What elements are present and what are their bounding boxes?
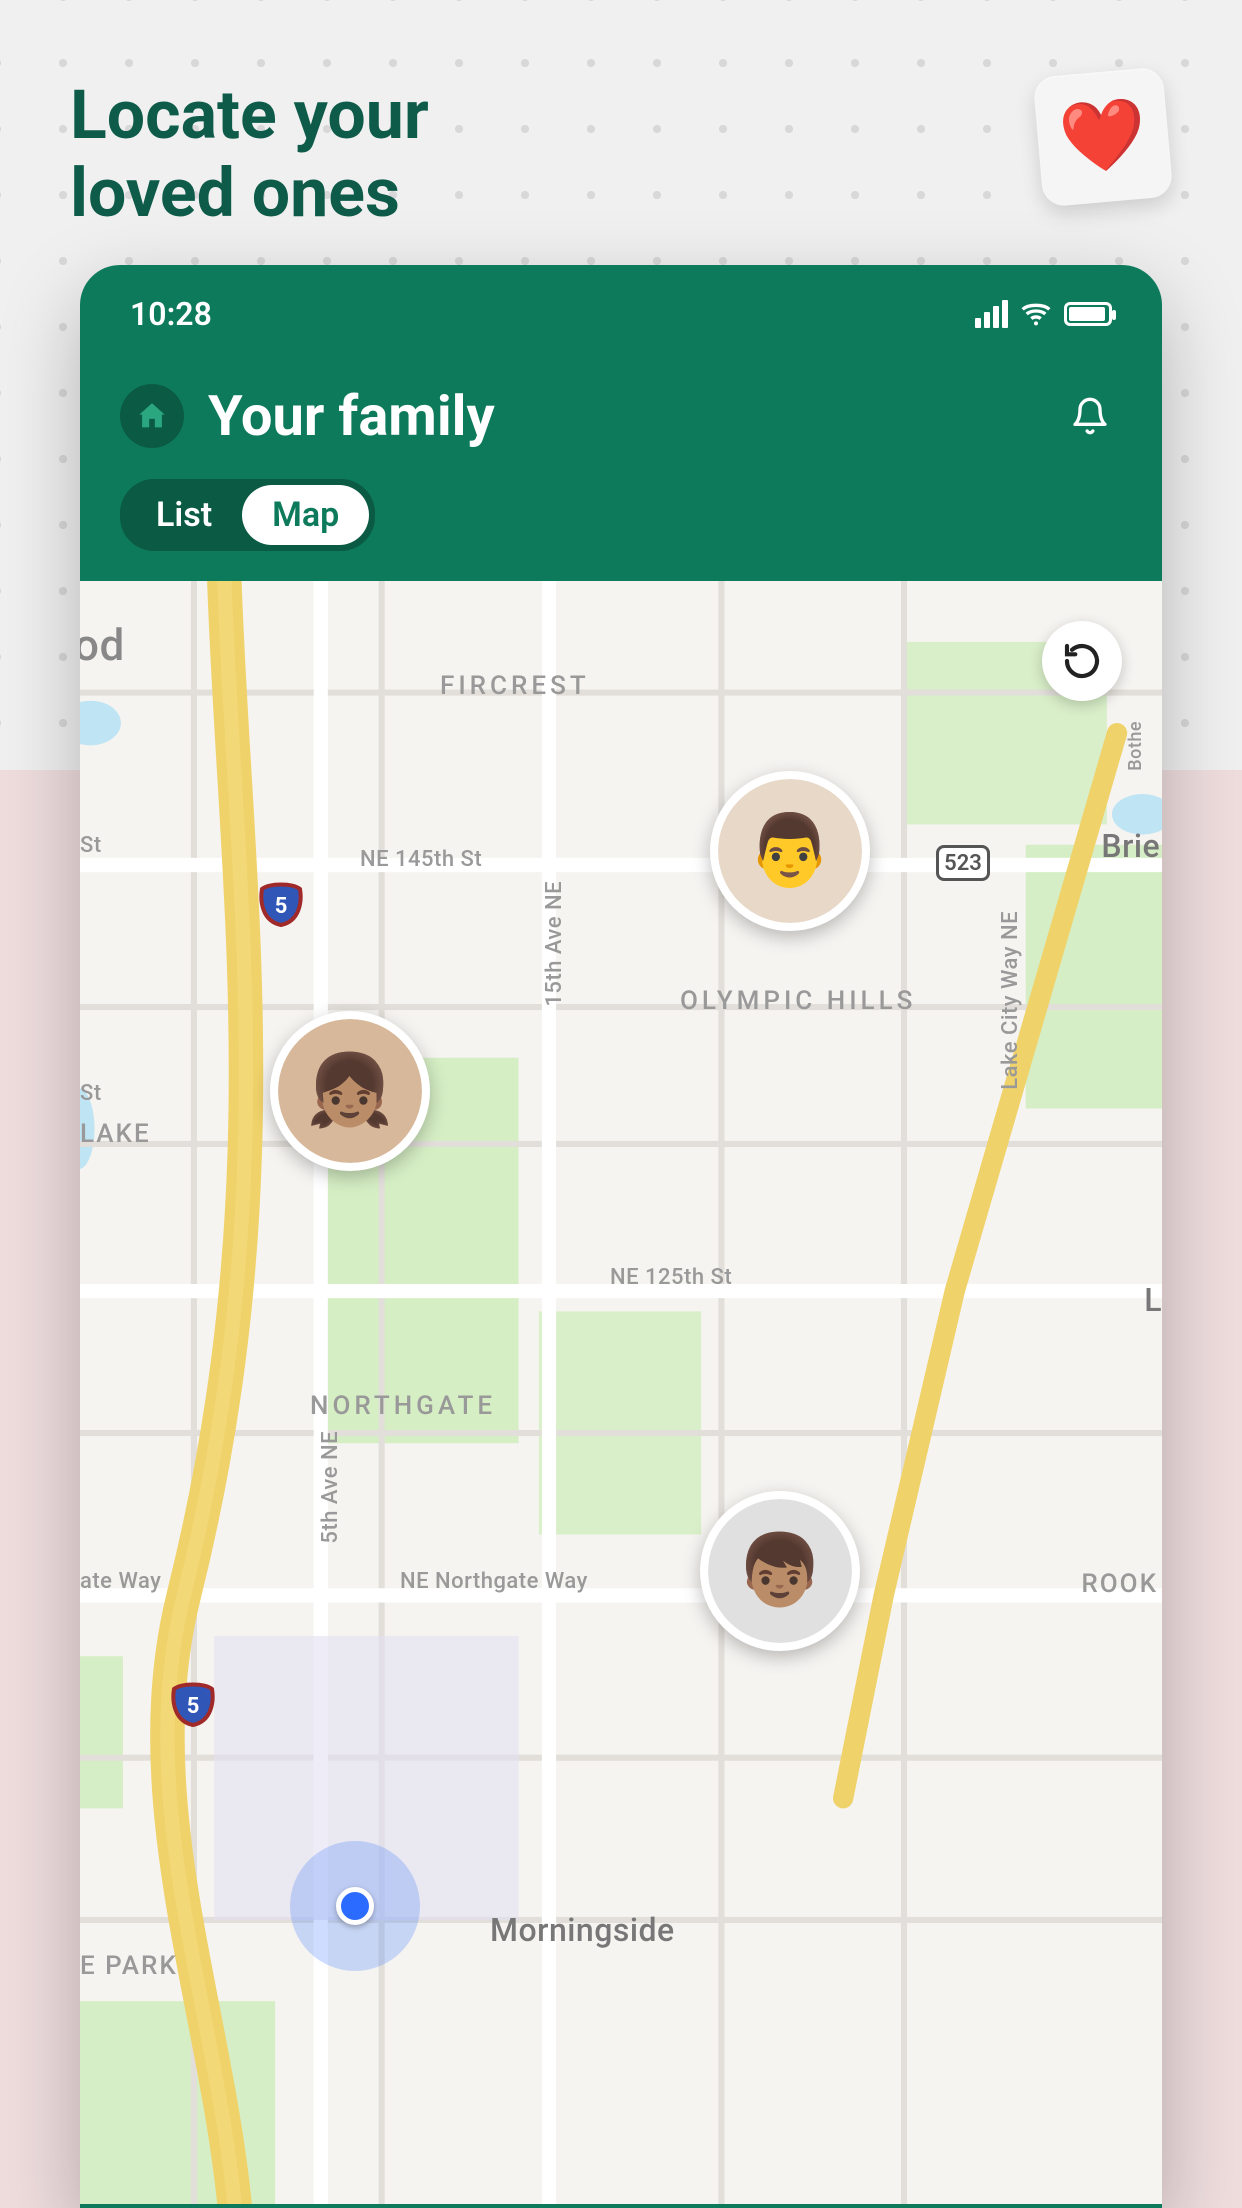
interstate-5-shield: 5 bbox=[258, 881, 304, 927]
view-toggle: List Map bbox=[120, 479, 375, 551]
map-label-brier: Brier bbox=[1101, 827, 1162, 865]
current-location[interactable] bbox=[290, 1841, 420, 1971]
status-time: 10:28 bbox=[130, 295, 212, 333]
phone-frame: 10:28 You bbox=[80, 265, 1162, 2208]
promo-heading-line2: loved ones bbox=[70, 154, 429, 232]
toggle-map[interactable]: Map bbox=[242, 485, 369, 545]
map-label-wood: od bbox=[80, 619, 125, 671]
map-label-fircrest: FIRCREST bbox=[440, 671, 590, 701]
map-label-morningside: Morningside bbox=[490, 1911, 675, 1949]
map-label-bothe: Bothe bbox=[1125, 721, 1146, 771]
toggle-list[interactable]: List bbox=[126, 485, 242, 545]
map-label-ne-northgate-way: NE Northgate Way bbox=[400, 1569, 588, 1594]
refresh-button[interactable] bbox=[1042, 621, 1122, 701]
avatar: 👨 bbox=[718, 779, 862, 923]
home-button[interactable] bbox=[120, 384, 184, 448]
status-right bbox=[975, 298, 1112, 330]
map-label-5th-ave: 5th Ave NE bbox=[318, 1431, 343, 1544]
notifications-button[interactable] bbox=[1068, 394, 1112, 438]
battery-icon bbox=[1064, 302, 1112, 326]
avatar: 👧🏽 bbox=[278, 1019, 422, 1163]
cellular-signal-icon bbox=[975, 300, 1008, 328]
family-member-pin-2[interactable]: 👧🏽 bbox=[270, 1011, 430, 1171]
map-label-e-park: E PARK bbox=[80, 1951, 178, 1981]
map-label-15th-ave: 15th Ave NE bbox=[542, 881, 567, 1007]
map-label-rook: ROOK bbox=[1081, 1569, 1158, 1599]
app-header: Your family List Map bbox=[80, 353, 1162, 581]
interstate-5-shield-2: 5 bbox=[170, 1681, 216, 1727]
map-label-ne-125th: NE 125th St bbox=[610, 1265, 732, 1290]
heart-tile: ❤️ bbox=[1033, 67, 1174, 208]
status-bar: 10:28 bbox=[80, 265, 1162, 353]
map-view[interactable]: od FIRCREST St NE 145th St Brier OLYMPIC… bbox=[80, 581, 1162, 2204]
map-label-st1: St bbox=[80, 833, 102, 858]
promo-heading: Locate your loved ones bbox=[70, 76, 429, 232]
heart-icon: ❤️ bbox=[1056, 92, 1150, 181]
route-523-shield: 523 bbox=[936, 845, 990, 881]
current-location-dot bbox=[336, 1887, 374, 1925]
map-label-lake-city-way: Lake City Way NE bbox=[998, 911, 1023, 1090]
family-member-pin-1[interactable]: 👨 bbox=[710, 771, 870, 931]
map-label-st2: St bbox=[80, 1081, 102, 1106]
map-base bbox=[80, 581, 1162, 2204]
map-label-la: L bbox=[1144, 1281, 1162, 1319]
promo-heading-line1: Locate your bbox=[70, 76, 429, 154]
map-label-ne-145th: NE 145th St bbox=[360, 847, 482, 872]
map-label-olympic: OLYMPIC HILLS bbox=[680, 986, 916, 1016]
map-label-lake: LAKE bbox=[80, 1119, 151, 1149]
map-label-northgate: NORTHGATE bbox=[310, 1391, 496, 1421]
avatar: 👦🏽 bbox=[708, 1499, 852, 1643]
svg-text:5: 5 bbox=[187, 1694, 200, 1719]
svg-text:5: 5 bbox=[275, 894, 288, 919]
page-title: Your family bbox=[208, 383, 495, 449]
family-member-pin-3[interactable]: 👦🏽 bbox=[700, 1491, 860, 1651]
wifi-icon bbox=[1020, 298, 1052, 330]
map-label-ate-way: ate Way bbox=[80, 1569, 161, 1594]
